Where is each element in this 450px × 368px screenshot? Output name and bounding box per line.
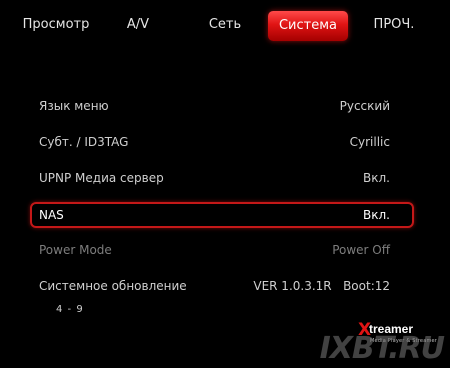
setting-value: Русский: [339, 99, 390, 113]
setting-label: Системное обновление: [39, 279, 187, 293]
setting-value: Вкл.: [363, 171, 390, 185]
setting-value: VER 1.0.3.1R Boot:12: [253, 279, 390, 293]
setting-row-nas[interactable]: NAS Вкл.: [30, 202, 414, 228]
settings-screen: Просмотр A/V Сеть Система ПРОЧ. Язык мен…: [0, 0, 450, 368]
setting-value: Вкл.: [363, 208, 390, 222]
tab-set[interactable]: Сеть: [208, 12, 242, 38]
tab-bar: Просмотр A/V Сеть Система ПРОЧ.: [0, 8, 450, 42]
setting-label: NAS: [39, 208, 64, 222]
setting-row-subtitle-id3tag[interactable]: Субт. / ID3TAG Cyrillic: [30, 129, 414, 155]
tab-sistema[interactable]: Система: [268, 11, 348, 41]
setting-label: UPNP Медиа сервер: [39, 171, 164, 185]
tab-proch[interactable]: ПРОЧ.: [372, 12, 416, 38]
setting-label: Субт. / ID3TAG: [39, 135, 129, 149]
setting-row-power-mode: Power Mode Power Off: [30, 237, 414, 263]
tab-prosmotr[interactable]: Просмотр: [22, 12, 90, 38]
tab-av[interactable]: A/V: [122, 12, 154, 38]
setting-row-upnp-media-server[interactable]: UPNP Медиа сервер Вкл.: [30, 165, 414, 191]
setting-label: Power Mode: [39, 243, 112, 257]
setting-value: Power Off: [332, 243, 390, 257]
watermark: IXBT.RU: [319, 331, 445, 366]
page-indicator: 4 - 9: [56, 304, 84, 315]
setting-value: Cyrillic: [349, 135, 390, 149]
setting-row-menu-language[interactable]: Язык меню Русский: [30, 93, 414, 119]
setting-row-system-update[interactable]: Системное обновление VER 1.0.3.1R Boot:1…: [30, 273, 414, 299]
setting-label: Язык меню: [39, 99, 109, 113]
